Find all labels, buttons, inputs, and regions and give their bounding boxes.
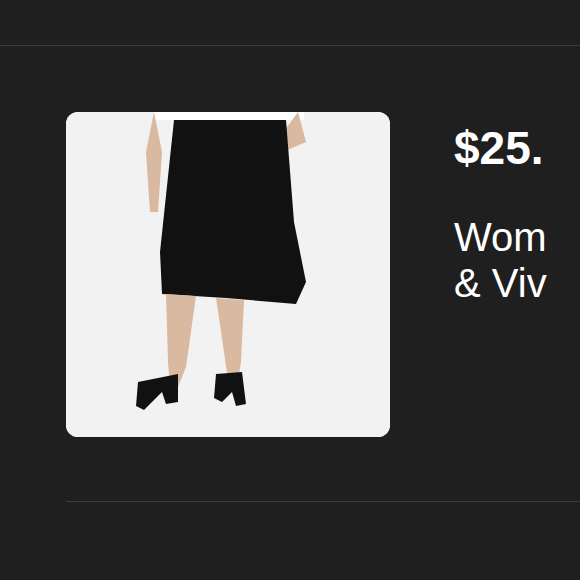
title-line: & Viv <box>454 260 547 306</box>
price: $25. <box>454 120 547 176</box>
divider <box>66 501 580 502</box>
product-row[interactable]: $25. Wom& Viv <box>0 46 580 437</box>
top-bar <box>0 0 580 46</box>
product-title[interactable]: Wom& Viv <box>454 214 547 306</box>
product-info: $25. Wom& Viv <box>454 112 547 306</box>
product-image[interactable] <box>66 112 390 437</box>
title-line: Wom <box>454 214 547 260</box>
